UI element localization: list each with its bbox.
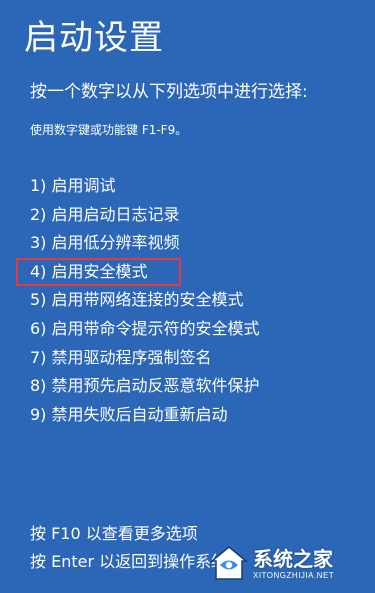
more-options-hint[interactable]: 按 F10 以查看更多选项	[30, 520, 227, 548]
option-safe-mode-command-prompt[interactable]: 6) 启用带命令提示符的安全模式	[30, 315, 260, 344]
option-disable-early-antimalware[interactable]: 8) 禁用预先启动反恶意软件保护	[30, 372, 260, 401]
watermark: 系统之家 XITONGZHIJIA.NET	[209, 541, 369, 587]
watermark-name: 系统之家	[253, 546, 333, 571]
option-disable-auto-restart[interactable]: 9) 禁用失败后自动重新启动	[30, 401, 260, 430]
footer-instructions: 按 F10 以查看更多选项 按 Enter 以返回到操作系统	[30, 520, 227, 576]
watermark-url: XITONGZHIJIA.NET	[253, 570, 335, 580]
instruction-text: 按一个数字以从下列选项中进行选择:	[30, 82, 308, 102]
house-logo-icon	[209, 546, 249, 580]
key-hint-text: 使用数字键或功能键 F1-F9。	[30, 123, 188, 137]
option-safe-mode-networking[interactable]: 5) 启用带网络连接的安全模式	[30, 286, 260, 315]
return-to-os-hint[interactable]: 按 Enter 以返回到操作系统	[30, 548, 227, 576]
startup-options-list: 1) 启用调试 2) 启用启动日志记录 3) 启用低分辨率视频 4) 启用安全模…	[16, 172, 260, 430]
page-title: 启动设置	[24, 18, 164, 58]
option-enable-debugging[interactable]: 1) 启用调试	[30, 172, 260, 201]
option-enable-boot-logging[interactable]: 2) 启用启动日志记录	[30, 201, 260, 230]
option-enable-safe-mode[interactable]: 4) 启用安全模式	[16, 257, 260, 287]
option-disable-driver-signature[interactable]: 7) 禁用驱动程序强制签名	[30, 344, 260, 373]
option-enable-low-resolution-video[interactable]: 3) 启用低分辨率视频	[30, 229, 260, 258]
